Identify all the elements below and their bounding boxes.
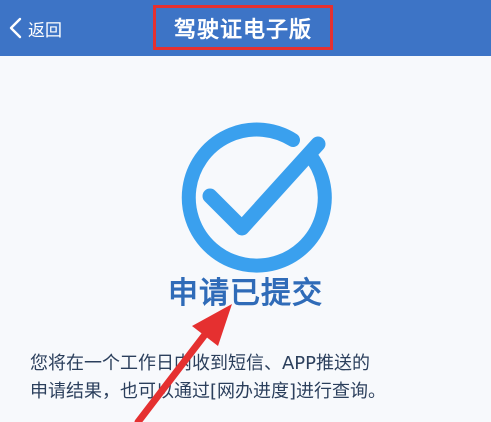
back-button[interactable]: 返回 [6,12,62,44]
status-title: 申请已提交 [168,276,323,311]
main-content: 申请已提交 您将在一个工作日内收到短信、APP推送的 申请结果，也可以通过[网办… [0,56,491,422]
description-line-1: 您将在一个工作日内收到短信、APP推送的 [30,353,371,374]
back-label: 返回 [28,20,62,41]
status-description: 您将在一个工作日内收到短信、APP推送的 申请结果，也可以通过[网办进度]进行查… [30,350,480,406]
page-title: 驾驶证电子版 [173,17,312,43]
description-line-2: 申请结果，也可以通过[网办进度]进行查询。 [30,381,387,402]
checkmark-circle-icon [181,122,332,273]
navigation-bar: 返回 驾驶证电子版 [0,0,491,56]
chevron-left-icon [9,17,22,39]
title-highlight-box: 驾驶证电子版 [153,5,333,50]
screen: 返回 驾驶证电子版 申请已提交 您将在一个工作日内收到短信、APP推送的 申请结… [0,0,491,422]
